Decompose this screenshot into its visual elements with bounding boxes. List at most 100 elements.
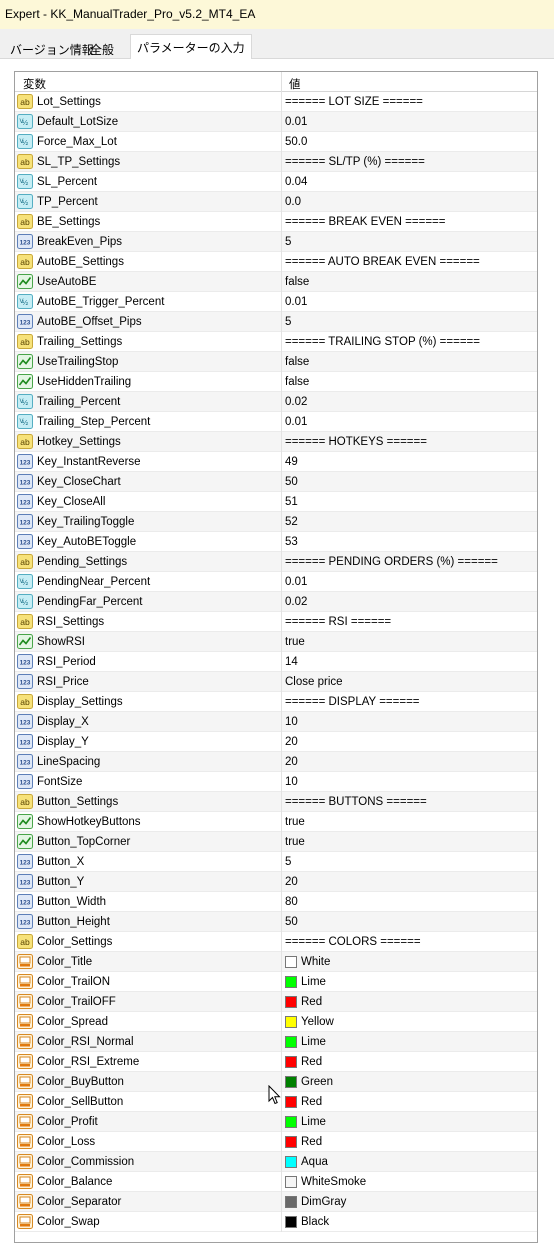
parameter-row[interactable]: 123 Key_AutoBEToggle 53 [15, 532, 537, 552]
parameter-value[interactable]: ====== SL/TP (%) ====== [285, 156, 425, 168]
parameter-value[interactable]: 10 [285, 776, 298, 788]
parameter-row[interactable]: ½ V Trailing_Step_Percent 0.01 [15, 412, 537, 432]
parameter-row[interactable]: Color_TrailOFF Red [15, 992, 537, 1012]
parameter-value[interactable]: ====== COLORS ====== [285, 936, 421, 948]
parameter-value[interactable]: 50 [285, 476, 298, 488]
parameter-row[interactable]: ½ V Trailing_Percent 0.02 [15, 392, 537, 412]
parameter-row[interactable]: UseAutoBE false [15, 272, 537, 292]
parameter-value[interactable]: Red [301, 1096, 322, 1108]
parameter-value[interactable]: 80 [285, 896, 298, 908]
parameter-row[interactable]: 123 LineSpacing 20 [15, 752, 537, 772]
parameter-row[interactable]: 123 AutoBE_Offset_Pips 5 [15, 312, 537, 332]
parameter-value[interactable]: 50.0 [285, 136, 307, 148]
parameter-row[interactable]: Color_RSI_Normal Lime [15, 1032, 537, 1052]
color-swatch[interactable] [285, 1136, 297, 1148]
parameter-row[interactable]: Color_Spread Yellow [15, 1012, 537, 1032]
parameter-row[interactable]: 123 FontSize 10 [15, 772, 537, 792]
parameter-row[interactable]: 123 Button_Height 50 [15, 912, 537, 932]
parameter-row[interactable]: 123 Key_InstantReverse 49 [15, 452, 537, 472]
column-header-value[interactable]: 値 [289, 76, 301, 92]
tab-input-parameters[interactable]: パラメーターの入力 [130, 34, 252, 60]
color-swatch[interactable] [285, 1216, 297, 1228]
color-swatch[interactable] [285, 1196, 297, 1208]
parameter-row[interactable]: ½ V PendingFar_Percent 0.02 [15, 592, 537, 612]
parameter-value[interactable]: Lime [301, 1036, 326, 1048]
parameter-value[interactable]: ====== BUTTONS ====== [285, 796, 427, 808]
color-swatch[interactable] [285, 956, 297, 968]
color-swatch[interactable] [285, 1036, 297, 1048]
parameter-row[interactable]: 123 Key_CloseAll 51 [15, 492, 537, 512]
parameter-row[interactable]: ab SL_TP_Settings ====== SL/TP (%) ====== [15, 152, 537, 172]
parameter-value[interactable]: false [285, 376, 309, 388]
parameter-row[interactable]: 123 RSI_Period 14 [15, 652, 537, 672]
parameter-value[interactable]: ====== HOTKEYS ====== [285, 436, 427, 448]
parameter-value[interactable]: 5 [285, 236, 291, 248]
column-header-variable[interactable]: 変数 [23, 76, 46, 92]
parameter-value[interactable]: 52 [285, 516, 298, 528]
parameter-value[interactable]: 5 [285, 316, 291, 328]
color-swatch[interactable] [285, 1116, 297, 1128]
parameter-row[interactable]: ½ V PendingNear_Percent 0.01 [15, 572, 537, 592]
color-swatch[interactable] [285, 1056, 297, 1068]
color-swatch[interactable] [285, 1016, 297, 1028]
parameter-row[interactable]: ½ V Default_LotSize 0.01 [15, 112, 537, 132]
parameter-row[interactable]: Color_TrailON Lime [15, 972, 537, 992]
color-swatch[interactable] [285, 976, 297, 988]
parameter-value[interactable]: ====== DISPLAY ====== [285, 696, 420, 708]
parameter-row[interactable]: 123 Key_TrailingToggle 52 [15, 512, 537, 532]
parameter-value[interactable]: ====== BREAK EVEN ====== [285, 216, 445, 228]
parameter-row[interactable]: ab Lot_Settings ====== LOT SIZE ====== [15, 92, 537, 112]
parameter-value[interactable]: 0.04 [285, 176, 307, 188]
color-swatch[interactable] [285, 1156, 297, 1168]
parameter-row[interactable]: ½ V TP_Percent 0.0 [15, 192, 537, 212]
parameter-value[interactable]: Red [301, 1056, 322, 1068]
parameter-row[interactable]: Color_Separator DimGray [15, 1192, 537, 1212]
parameter-value[interactable]: 20 [285, 756, 298, 768]
parameter-value[interactable]: ====== TRAILING STOP (%) ====== [285, 336, 480, 348]
parameter-row[interactable]: Color_Balance WhiteSmoke [15, 1172, 537, 1192]
parameter-value[interactable]: 50 [285, 916, 298, 928]
parameter-row[interactable]: ab Display_Settings ====== DISPLAY ====== [15, 692, 537, 712]
parameter-row[interactable]: 123 Display_X 10 [15, 712, 537, 732]
color-swatch[interactable] [285, 1096, 297, 1108]
parameter-row[interactable]: 123 Button_Y 20 [15, 872, 537, 892]
parameter-value[interactable]: 0.01 [285, 576, 307, 588]
parameter-value[interactable]: Yellow [301, 1016, 334, 1028]
parameter-value[interactable]: ====== RSI ====== [285, 616, 391, 628]
parameter-row[interactable]: ½ V AutoBE_Trigger_Percent 0.01 [15, 292, 537, 312]
parameter-value[interactable]: Red [301, 996, 322, 1008]
parameter-row[interactable]: Color_Title White [15, 952, 537, 972]
parameter-value[interactable]: Lime [301, 976, 326, 988]
parameter-row[interactable]: ab Color_Settings ====== COLORS ====== [15, 932, 537, 952]
parameter-row[interactable]: ab RSI_Settings ====== RSI ====== [15, 612, 537, 632]
parameter-value[interactable]: Lime [301, 1116, 326, 1128]
parameter-value[interactable]: 20 [285, 736, 298, 748]
parameter-row[interactable]: UseHiddenTrailing false [15, 372, 537, 392]
color-swatch[interactable] [285, 1176, 297, 1188]
parameter-row[interactable]: Color_RSI_Extreme Red [15, 1052, 537, 1072]
parameter-row[interactable]: ab BE_Settings ====== BREAK EVEN ====== [15, 212, 537, 232]
parameter-value[interactable]: true [285, 636, 305, 648]
parameter-value[interactable]: 0.01 [285, 416, 307, 428]
parameter-value[interactable]: 0.01 [285, 296, 307, 308]
parameter-value[interactable]: ====== PENDING ORDERS (%) ====== [285, 556, 498, 568]
parameter-row[interactable]: ShowRSI true [15, 632, 537, 652]
parameter-row[interactable]: ShowHotkeyButtons true [15, 812, 537, 832]
parameter-value[interactable]: Green [301, 1076, 333, 1088]
parameter-value[interactable]: false [285, 276, 309, 288]
parameter-row[interactable]: ½ V Force_Max_Lot 50.0 [15, 132, 537, 152]
tab-general[interactable]: 全般 [84, 38, 120, 59]
parameter-value[interactable]: White [301, 956, 330, 968]
parameter-value[interactable]: ====== AUTO BREAK EVEN ====== [285, 256, 480, 268]
parameter-row[interactable]: ab AutoBE_Settings ====== AUTO BREAK EVEN … [15, 252, 537, 272]
parameter-value[interactable]: 20 [285, 876, 298, 888]
parameter-value[interactable]: 5 [285, 856, 291, 868]
parameter-value[interactable]: Aqua [301, 1156, 328, 1168]
parameter-row[interactable]: 123 BreakEven_Pips 5 [15, 232, 537, 252]
parameter-row[interactable]: ab Hotkey_Settings ====== HOTKEYS ====== [15, 432, 537, 452]
parameter-row[interactable]: ab Trailing_Settings ====== TRAILING STOP … [15, 332, 537, 352]
parameter-value[interactable]: 49 [285, 456, 298, 468]
parameter-value[interactable]: ====== LOT SIZE ====== [285, 96, 423, 108]
parameter-value[interactable]: 51 [285, 496, 298, 508]
parameter-value[interactable]: 14 [285, 656, 298, 668]
